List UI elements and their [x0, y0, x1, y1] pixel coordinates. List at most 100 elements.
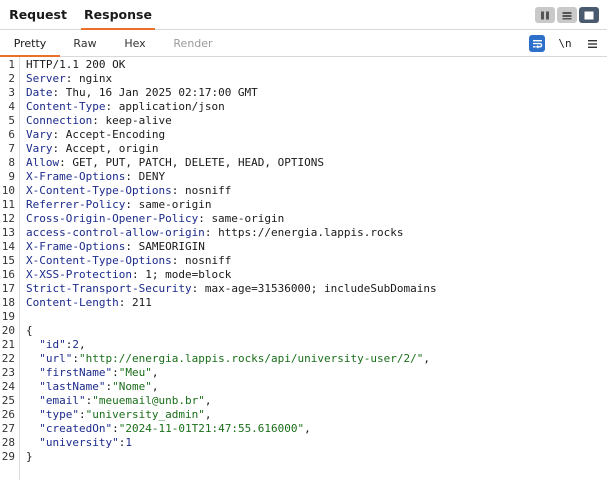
header-name: Date [26, 86, 53, 99]
single-pane-icon [584, 11, 594, 19]
header-name: access-control-allow-origin [26, 226, 205, 239]
json-brace-open: { [26, 324, 33, 337]
header-value: Thu, 16 Jan 2025 02:17:00 GMT [65, 86, 258, 99]
split-horizontal-button[interactable] [557, 7, 577, 23]
layout-toggle-group [535, 7, 599, 23]
line-number: 22 [1, 352, 15, 365]
json-field: "lastName":"Nome", [39, 380, 159, 393]
header-line: access-control-allow-origin: https://ene… [26, 226, 404, 239]
header-value: keep-alive [105, 114, 172, 127]
header-name: X-Content-Type-Options [26, 254, 172, 267]
line-number: 2 [8, 72, 15, 85]
header-line: Connection: keep-alive [26, 114, 172, 127]
line-number: 27 [1, 422, 15, 435]
single-pane-button[interactable] [579, 7, 599, 23]
view-tools: \n [529, 35, 599, 52]
json-field: "id":2, [39, 338, 86, 351]
json-key: "createdOn" [39, 422, 113, 435]
tab-hex[interactable]: Hex [110, 30, 160, 56]
json-brace-close: } [26, 450, 33, 463]
line-number: 9 [8, 170, 15, 183]
header-line: X-Frame-Options: SAMEORIGIN [26, 240, 205, 253]
json-value: "university_admin" [85, 408, 205, 421]
header-name: Server [26, 72, 66, 85]
line-number: 28 [1, 436, 15, 449]
header-value: nginx [79, 72, 113, 85]
status-line-text: HTTP/1.1 200 OK [26, 58, 126, 71]
json-value: "Meu" [118, 366, 152, 379]
json-value: "http://energia.lappis.rocks/api/univers… [79, 352, 424, 365]
line-number: 29 [1, 450, 15, 463]
tab-raw[interactable]: Raw [60, 30, 110, 56]
line-number: 7 [8, 142, 15, 155]
header-value: max-age=31536000; includeSubDomains [204, 282, 437, 295]
line-number: 25 [1, 394, 15, 407]
header-line: Vary: Accept-Encoding [26, 128, 166, 141]
split-vertical-icon [541, 11, 549, 19]
header-name: Strict-Transport-Security [26, 282, 192, 295]
header-line: Content-Length: 211 [26, 296, 152, 309]
header-name: X-Frame-Options [26, 240, 126, 253]
header-name: Connection [26, 114, 93, 127]
line-number: 26 [1, 408, 15, 421]
json-key: "type" [39, 408, 79, 421]
header-line: X-Frame-Options: DENY [26, 170, 166, 183]
line-number: 11 [1, 198, 15, 211]
options-menu-button[interactable] [585, 35, 599, 52]
json-key: "id" [39, 338, 66, 351]
response-content[interactable]: HTTP/1.1 200 OK Server: nginx Date: Thu, 1… [26, 57, 601, 480]
header-line: Date: Thu, 16 Jan 2025 02:17:00 GMT [26, 86, 258, 99]
json-field: "url":"http://energia.lappis.rocks/api/u… [39, 352, 430, 365]
header-value: same-origin [211, 212, 285, 225]
tab-request[interactable]: Request [6, 0, 70, 30]
header-line: Cross-Origin-Opener-Policy: same-origin [26, 212, 285, 225]
split-horizontal-icon [562, 11, 572, 19]
tab-render[interactable]: Render [162, 30, 224, 56]
header-value: https://energia.lappis.rocks [218, 226, 404, 239]
header-name: Vary [26, 128, 53, 141]
json-key: "url" [39, 352, 73, 365]
line-number: 1 [8, 58, 15, 71]
json-field: "createdOn":"2024-11-01T21:47:55.616000"… [39, 422, 311, 435]
line-number: 19 [1, 310, 15, 323]
line-number: 12 [1, 212, 15, 225]
http-message-viewer: Request Response Pretty Raw Hex Render \… [0, 0, 607, 480]
json-key: "university" [39, 436, 119, 449]
line-number: 14 [1, 240, 15, 253]
json-key: "email" [39, 394, 86, 407]
header-value: DENY [138, 170, 166, 183]
json-field: "type":"university_admin", [39, 408, 212, 421]
json-field: "university":1 [39, 436, 132, 449]
response-editor[interactable]: 1 2 3 4 5 6 7 8 9 10 11 12 13 14 15 16 17 18 19 20 21 22 23 24 2… [0, 57, 607, 480]
json-field: "firstName":"Meu", [39, 366, 159, 379]
header-value: nosniff [184, 184, 232, 197]
line-number: 15 [1, 254, 15, 267]
line-number: 20 [1, 324, 15, 337]
header-name: Referrer-Policy [26, 198, 126, 211]
header-name: Content-Length [26, 296, 119, 309]
header-value: SAMEORIGIN [138, 240, 205, 253]
show-newlines-button[interactable]: \n [557, 35, 573, 52]
header-name: Cross-Origin-Opener-Policy [26, 212, 199, 225]
line-number: 13 [1, 226, 15, 239]
json-field: "email":"meuemail@unb.br", [39, 394, 212, 407]
line-number: 5 [8, 114, 15, 127]
json-value: 1 [125, 436, 132, 449]
line-number: 24 [1, 380, 15, 393]
line-number: 3 [8, 86, 15, 99]
line-number: 18 [1, 296, 15, 309]
header-value: Accept-Encoding [65, 128, 166, 141]
split-vertical-button[interactable] [535, 7, 555, 23]
tab-response[interactable]: Response [81, 0, 155, 30]
line-number-gutter: 1 2 3 4 5 6 7 8 9 10 11 12 13 14 15 16 17 18 19 20 21 22 23 24 2… [0, 57, 20, 480]
header-line: Vary: Accept, origin [26, 142, 159, 155]
header-line: X-Content-Type-Options: nosniff [26, 254, 232, 267]
header-line: Referrer-Policy: same-origin [26, 198, 212, 211]
view-mode-bar: Pretty Raw Hex Render \n [0, 30, 607, 57]
header-line: X-XSS-Protection: 1; mode=block [26, 268, 232, 281]
tab-pretty[interactable]: Pretty [0, 30, 60, 57]
line-number: 16 [1, 268, 15, 281]
line-number: 4 [8, 100, 15, 113]
word-wrap-button[interactable] [529, 35, 545, 52]
line-number: 8 [8, 156, 15, 169]
